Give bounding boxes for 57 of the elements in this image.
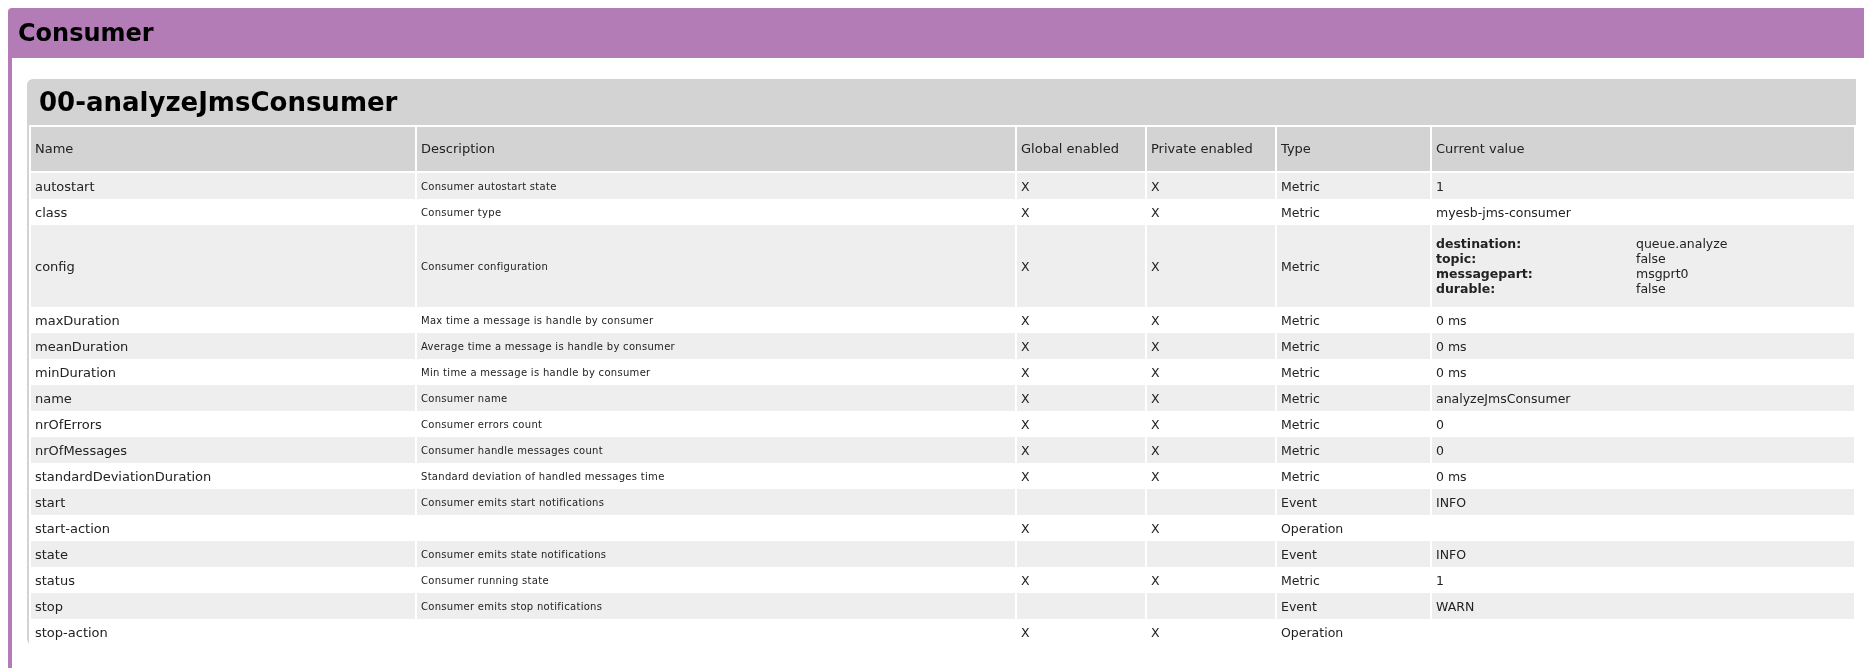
table-cell: X bbox=[1017, 173, 1145, 199]
table-cell: autostart bbox=[31, 173, 415, 199]
table-cell: 0 ms bbox=[1432, 333, 1854, 359]
table-cell: X bbox=[1147, 225, 1275, 307]
table-cell: Event bbox=[1277, 489, 1430, 515]
table-cell: Consumer handle messages count bbox=[417, 437, 1015, 463]
table-cell: X bbox=[1147, 437, 1275, 463]
column-header: Global enabled bbox=[1017, 125, 1145, 173]
table-cell: X bbox=[1147, 385, 1275, 411]
table-cell: stop bbox=[31, 593, 415, 619]
config-value: false bbox=[1636, 281, 1667, 296]
consumer-title: 00-analyzeJmsConsumer bbox=[38, 86, 399, 119]
column-header: Current value bbox=[1432, 125, 1854, 173]
table-cell: Event bbox=[1277, 593, 1430, 619]
table-cell: meanDuration bbox=[31, 333, 415, 359]
column-header: Name bbox=[31, 125, 415, 173]
table-cell: INFO bbox=[1432, 541, 1854, 567]
table-cell: X bbox=[1147, 173, 1275, 199]
table-cell: Metric bbox=[1277, 385, 1430, 411]
table-cell: X bbox=[1017, 385, 1145, 411]
table-cell: X bbox=[1017, 437, 1145, 463]
table-cell: Consumer emits state notifications bbox=[417, 541, 1015, 567]
config-key: topic: bbox=[1436, 251, 1636, 266]
table-cell: 1 bbox=[1432, 173, 1854, 199]
table-cell: nrOfMessages bbox=[31, 437, 415, 463]
table-cell: Metric bbox=[1277, 333, 1430, 359]
table-cell: X bbox=[1017, 333, 1145, 359]
table-cell: Event bbox=[1277, 541, 1430, 567]
config-value: false bbox=[1636, 251, 1667, 266]
table-cell: WARN bbox=[1432, 593, 1854, 619]
config-value: queue.analyze bbox=[1636, 236, 1729, 251]
table-cell: Consumer autostart state bbox=[417, 173, 1015, 199]
panel-title: Consumer bbox=[18, 19, 154, 47]
table-cell: Consumer emits stop notifications bbox=[417, 593, 1015, 619]
table-cell: Metric bbox=[1277, 173, 1430, 199]
column-header: Private enabled bbox=[1147, 125, 1275, 173]
table-cell: Metric bbox=[1277, 225, 1430, 307]
column-header: Description bbox=[417, 125, 1015, 173]
table-cell: X bbox=[1147, 333, 1275, 359]
table-cell: start bbox=[31, 489, 415, 515]
column-header: Type bbox=[1277, 125, 1430, 173]
config-key: messagepart: bbox=[1436, 266, 1636, 281]
table-cell: config bbox=[31, 225, 415, 307]
table-cell: state bbox=[31, 541, 415, 567]
table-cell: INFO bbox=[1432, 489, 1854, 515]
table-cell: X bbox=[1017, 225, 1145, 307]
table-cell: Consumer configuration bbox=[417, 225, 1015, 307]
table-cell: 0 bbox=[1432, 437, 1854, 463]
config-key: durable: bbox=[1436, 281, 1636, 296]
table-cell: Consumer name bbox=[417, 385, 1015, 411]
config-value: msgprt0 bbox=[1636, 266, 1690, 281]
table-cell: Metric bbox=[1277, 437, 1430, 463]
table-cell: analyzeJmsConsumer bbox=[1432, 385, 1854, 411]
table-cell: name bbox=[31, 385, 415, 411]
table-cell: Consumer emits start notifications bbox=[417, 489, 1015, 515]
config-key: destination: bbox=[1436, 236, 1636, 251]
table-cell: Average time a message is handle by consumer bbox=[417, 333, 1015, 359]
